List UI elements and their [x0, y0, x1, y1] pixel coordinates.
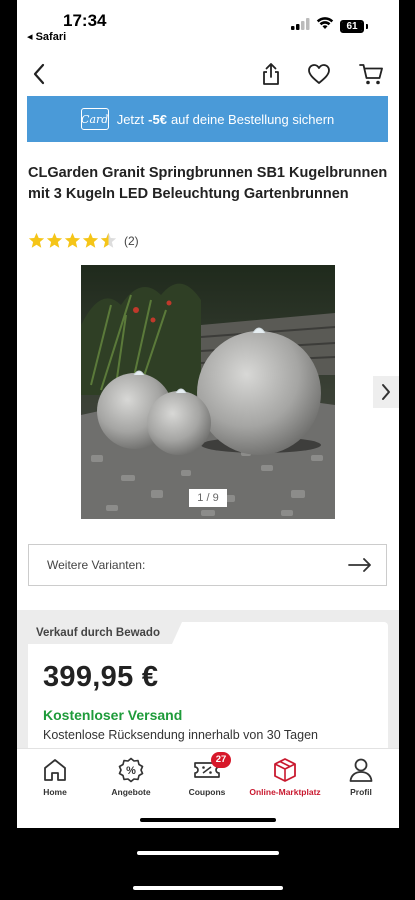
price: 399,95 €: [43, 661, 159, 693]
bottom-tab-bar: Home % Angebote 27 Coupons Online-Marktp…: [17, 748, 399, 828]
product-image-gallery[interactable]: 1 / 9: [81, 265, 335, 519]
star-icon: [28, 232, 45, 248]
rating-count: (2): [124, 233, 139, 248]
signal-icon: [291, 18, 310, 30]
tab-profil-label: Profil: [350, 787, 372, 797]
tab-home-label: Home: [43, 787, 67, 797]
variants-label: Weitere Varianten:: [47, 558, 146, 572]
home-icon: [44, 759, 66, 781]
seller-label[interactable]: Verkauf durch Bewado: [28, 622, 182, 644]
product-image: [81, 265, 335, 519]
share-icon[interactable]: [257, 60, 285, 88]
image-counter: 1 / 9: [189, 489, 227, 507]
offer-card: Verkauf durch Bewado 399,95 € Kostenlose…: [28, 622, 388, 752]
card-icon: Card: [80, 108, 109, 130]
chevron-left-icon[interactable]: [25, 60, 53, 88]
marketplace-icon: [274, 758, 296, 782]
wifi-icon: [316, 17, 334, 29]
status-bar: 17:34 ◂ Safari 61: [17, 0, 399, 46]
arrow-right-icon: [348, 558, 371, 572]
star-half-icon: [100, 232, 117, 248]
banner-text-prefix: Jetzt: [116, 111, 145, 127]
tab-angebote[interactable]: % Angebote: [93, 755, 169, 815]
card-icon-text: Card: [81, 112, 109, 126]
home-indicator: [140, 818, 276, 822]
battery-cap: [366, 24, 368, 29]
product-title: CLGarden Granit Springbrunnen SB1 Kugelb…: [28, 165, 388, 202]
back-to-safari-link[interactable]: ◂ Safari: [27, 30, 66, 43]
banner-text-suffix: auf deine Bestellung sichern: [170, 111, 335, 127]
star-icon: [82, 232, 99, 248]
heart-icon[interactable]: [305, 60, 333, 88]
chevron-right-icon: [382, 384, 390, 400]
svg-text:%: %: [126, 765, 136, 777]
tab-online-marktplatz-label: Online-Marktplatz: [249, 787, 321, 797]
product-rating[interactable]: (2): [28, 232, 139, 249]
next-image-button[interactable]: [373, 376, 399, 408]
star-icon: [64, 232, 81, 248]
tab-coupons-label: Coupons: [188, 787, 226, 797]
phone-screen: 17:34 ◂ Safari 61 Card Jetzt -5€ auf dei…: [17, 0, 399, 828]
star-icon: [46, 232, 63, 248]
top-nav: [17, 54, 399, 94]
tab-angebote-label: Angebote: [111, 787, 151, 797]
tab-profil[interactable]: Profil: [323, 755, 399, 815]
system-home-indicator: [137, 851, 279, 855]
promo-banner[interactable]: Card Jetzt -5€ auf deine Bestellung sich…: [27, 96, 388, 142]
coupons-badge: 27: [211, 752, 231, 768]
shipping-info: Kostenloser Versand: [43, 707, 183, 723]
battery-level: 61: [346, 21, 358, 32]
variants-selector[interactable]: Weitere Varianten:: [28, 544, 387, 586]
system-home-indicator-2: [133, 886, 283, 890]
returns-info: Kostenlose Rücksendung innerhalb von 30 …: [43, 728, 318, 742]
profile-icon: [349, 758, 373, 782]
status-time: 17:34: [63, 11, 107, 30]
banner-amount: -5€: [148, 111, 167, 127]
battery-icon: 61: [340, 20, 364, 33]
tab-online-marktplatz[interactable]: Online-Marktplatz: [245, 755, 325, 815]
tab-coupons[interactable]: 27 Coupons: [169, 752, 245, 815]
tab-home[interactable]: Home: [17, 755, 93, 815]
cart-icon[interactable]: [357, 60, 385, 88]
percent-icon: %: [118, 757, 144, 783]
